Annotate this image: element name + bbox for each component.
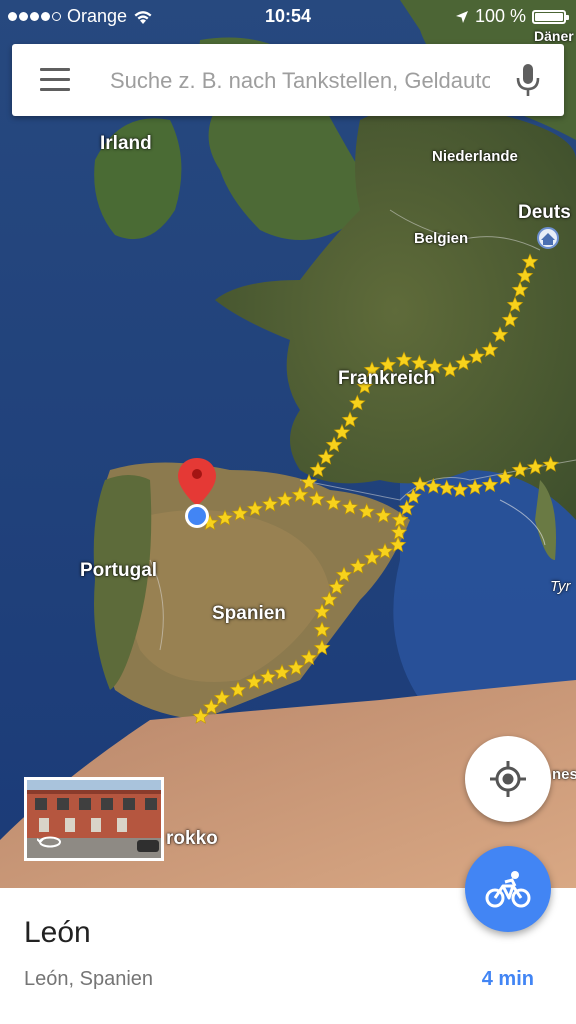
place-subtitle: León, Spanien: [24, 968, 154, 990]
menu-icon[interactable]: [40, 68, 70, 92]
bicycle-icon: [485, 871, 531, 908]
map-label-belgien: Belgien: [414, 230, 469, 247]
my-location-button[interactable]: [465, 736, 551, 822]
map-label-spanien: Spanien: [212, 603, 286, 624]
map-label-deutschland: Deuts: [518, 202, 571, 223]
location-arrow-icon: [455, 10, 468, 23]
battery-percent: 100 %: [474, 6, 526, 26]
search-input[interactable]: [108, 60, 492, 102]
map-label-portugal: Portugal: [80, 560, 158, 581]
microphone-icon[interactable]: [512, 62, 544, 98]
current-location-dot: [185, 504, 209, 528]
street-view-thumbnail[interactable]: [24, 777, 164, 861]
my-location-icon: [490, 761, 526, 797]
directions-button[interactable]: [465, 846, 551, 932]
map-label-tunesien: nesi: [552, 766, 576, 783]
map-label-marokko: rokko: [166, 828, 218, 849]
map-label-niederlande: Niederlande: [432, 148, 518, 165]
rotate-360-icon: [37, 836, 61, 848]
status-bar: Orange 10:54 100 %: [0, 0, 576, 34]
travel-time: 4 min: [481, 968, 534, 990]
search-bar[interactable]: [12, 44, 564, 116]
map-label-tyrrhenian: Tyr: [550, 578, 571, 595]
home-marker-icon: [537, 227, 559, 249]
map-label-irland: Irland: [100, 133, 152, 154]
place-title: León: [24, 916, 91, 949]
battery-icon: [532, 9, 569, 24]
map-label-frankreich: Frankreich: [338, 368, 436, 389]
